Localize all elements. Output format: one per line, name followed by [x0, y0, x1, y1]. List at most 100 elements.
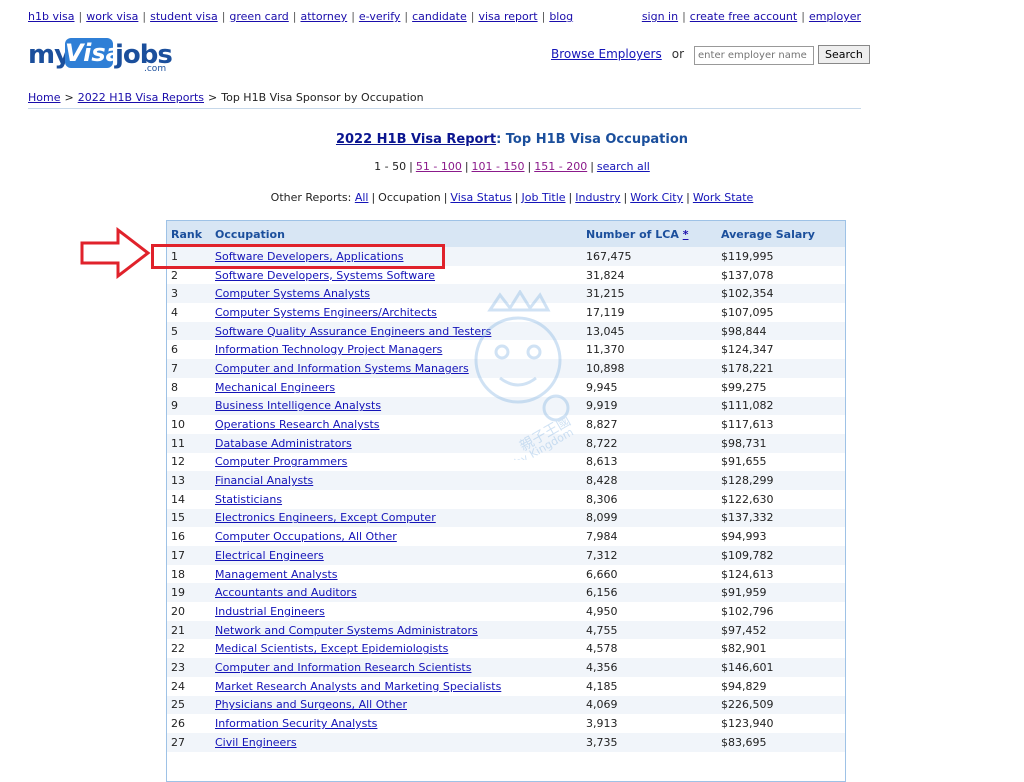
baby-kingdom-watermark-icon: 親子王國 Baby Kingdom [474, 289, 576, 477]
occupation-link[interactable]: Database Administrators [215, 437, 352, 450]
average-salary-cell: $111,082 [721, 399, 774, 413]
table-cell: 17,119 [582, 303, 717, 322]
table-cell[interactable]: Financial Analysts [211, 471, 582, 490]
employer-link[interactable]: employer [809, 10, 861, 23]
average-salary-cell: $91,655 [721, 455, 767, 469]
table-cell[interactable]: Computer Occupations, All Other [211, 527, 582, 546]
table-cell[interactable]: Market Research Analysts and Marketing S… [211, 676, 582, 696]
report-visa-status-link[interactable]: Visa Status [450, 191, 511, 204]
nav-attorney[interactable]: attorney [301, 10, 348, 23]
rank-cell: 10 [171, 418, 185, 432]
breadcrumb-reports[interactable]: 2022 H1B Visa Reports [78, 91, 204, 104]
nav-e-verify[interactable]: e-verify [359, 10, 401, 23]
search-button[interactable]: Search [818, 45, 870, 64]
table-cell[interactable]: Medical Scientists, Except Epidemiologis… [211, 639, 582, 659]
table-cell[interactable]: Network and Computer Systems Administrat… [211, 620, 582, 640]
nav-h1b-visa[interactable]: h1b visa [28, 10, 75, 23]
lca-footnote-link[interactable]: * [683, 228, 689, 241]
occupation-link[interactable]: Software Developers, Systems Software [215, 269, 435, 282]
table-cell[interactable]: Civil Engineers [211, 732, 582, 752]
occupation-link[interactable]: Civil Engineers [215, 736, 297, 749]
occupation-link[interactable]: Computer Systems Analysts [215, 287, 370, 300]
table-cell[interactable]: Information Security Analysts [211, 714, 582, 733]
lca-count-cell: 4,950 [586, 604, 618, 618]
occupation-link[interactable]: Computer Systems Engineers/Architects [215, 306, 437, 319]
occupation-link[interactable]: Market Research Analysts and Marketing S… [215, 680, 501, 693]
page-link-151-200[interactable]: 151 - 200 [534, 160, 587, 173]
nav-green-card[interactable]: green card [229, 10, 288, 23]
table-cell[interactable]: Electrical Engineers [211, 546, 582, 565]
occupation-link[interactable]: Business Intelligence Analysts [215, 399, 381, 412]
nav-separator: | [351, 10, 355, 23]
nav-separator: | [221, 10, 226, 23]
table-cell: $124,613 [717, 564, 845, 584]
table-cell: 4,950 [582, 602, 717, 621]
search-all-link[interactable]: search all [597, 160, 650, 173]
occupation-link[interactable]: Computer and Information Research Scient… [215, 661, 471, 674]
table-cell: 24 [167, 676, 211, 696]
table-cell[interactable]: Statisticians [211, 489, 582, 509]
table-cell[interactable]: Physicians and Surgeons, All Other [211, 695, 582, 715]
table-cell: 13 [167, 471, 211, 490]
lca-count-cell: 8,722 [586, 436, 618, 450]
report-work-state-link[interactable]: Work State [693, 191, 753, 204]
page-link-51-100[interactable]: 51 - 100 [416, 160, 462, 173]
table-cell[interactable]: Computer and Information Research Scient… [211, 658, 582, 677]
table-cell[interactable]: Electronics Engineers, Except Computer [211, 508, 582, 528]
lca-count-cell: 10,898 [586, 361, 625, 375]
rank-cell: 26 [171, 717, 185, 731]
report-separator: | [371, 191, 376, 204]
table-cell: 3 [167, 284, 211, 304]
occupation-link[interactable]: Accountants and Auditors [215, 586, 357, 599]
table-cell: 26 [167, 714, 211, 733]
nav-blog[interactable]: blog [549, 10, 573, 23]
page-link-101-150[interactable]: 101 - 150 [472, 160, 525, 173]
table-cell: 18 [167, 564, 211, 584]
occupation-link[interactable]: Physicians and Surgeons, All Other [215, 698, 407, 711]
lca-count-cell: 8,613 [586, 455, 618, 469]
nav-separator: | [142, 10, 147, 23]
employer-search-input[interactable] [694, 46, 815, 65]
occupation-link[interactable]: Industrial Engineers [215, 605, 325, 618]
nav-candidate[interactable]: candidate [412, 10, 467, 23]
table-cell: $97,452 [717, 620, 845, 640]
nav-visa-report[interactable]: visa report [478, 10, 537, 23]
report-work-city-link[interactable]: Work City [630, 191, 683, 204]
occupation-link[interactable]: Management Analysts [215, 568, 338, 581]
browse-employers-link[interactable]: Browse Employers [551, 47, 662, 61]
create-account-link[interactable]: create free account [690, 10, 797, 23]
occupation-link[interactable]: Electronics Engineers, Except Computer [215, 511, 436, 524]
occupation-link[interactable]: Medical Scientists, Except Epidemiologis… [215, 642, 448, 655]
breadcrumb-home[interactable]: Home [28, 91, 60, 104]
occupation-link[interactable]: Network and Computer Systems Administrat… [215, 624, 478, 637]
average-salary-cell: $99,275 [721, 380, 767, 394]
table-row: 26 Information Security Analysts 3,913 $123… [167, 714, 845, 733]
occupation-link[interactable]: Statisticians [215, 493, 282, 506]
header-lca[interactable]: Number of LCA * [582, 221, 717, 247]
table-cell[interactable]: Management Analysts [211, 564, 582, 584]
table-cell: 17 [167, 546, 211, 565]
occupation-link[interactable]: Mechanical Engineers [215, 381, 335, 394]
report-all-link[interactable]: All [355, 191, 369, 204]
report-job-title-link[interactable]: Job Title [522, 191, 566, 204]
rank-cell: 9 [171, 399, 178, 413]
report-title-link[interactable]: 2022 H1B Visa Report [336, 132, 496, 147]
report-industry-link[interactable]: Industry [575, 191, 620, 204]
occupation-link[interactable]: Electrical Engineers [215, 549, 324, 562]
sign-in-link[interactable]: sign in [642, 10, 678, 23]
occupation-link[interactable]: Information Technology Project Managers [215, 343, 442, 356]
occupation-link[interactable]: Operations Research Analysts [215, 418, 380, 431]
table-cell[interactable]: Industrial Engineers [211, 602, 582, 621]
occupation-link[interactable]: Computer and Information Systems Manager… [215, 362, 469, 375]
occupation-link[interactable]: Computer Occupations, All Other [215, 530, 397, 543]
occupation-link[interactable]: Financial Analysts [215, 474, 313, 487]
header-lca-label: Number of LCA [586, 227, 679, 241]
site-logo[interactable]: my Visa jobs .com [28, 34, 173, 74]
table-cell: $137,332 [717, 508, 845, 528]
table-cell[interactable]: Accountants and Auditors [211, 583, 582, 603]
occupation-link[interactable]: Computer Programmers [215, 455, 347, 468]
nav-student-visa[interactable]: student visa [150, 10, 218, 23]
lca-count-cell: 13,045 [586, 324, 625, 338]
nav-work-visa[interactable]: work visa [86, 10, 138, 23]
occupation-link[interactable]: Information Security Analysts [215, 717, 377, 730]
